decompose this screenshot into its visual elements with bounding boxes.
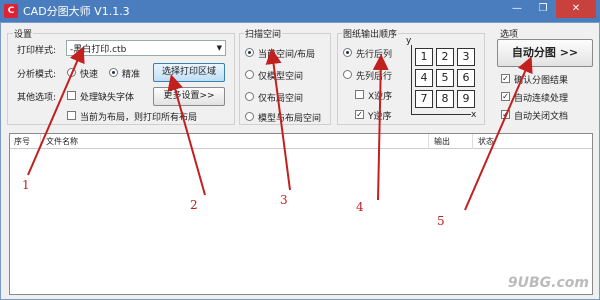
analysis-mode-label: 分析模式: <box>17 70 57 80</box>
analysis-precise-radio[interactable] <box>109 68 118 77</box>
scan-option-label: 仅布局空间 <box>258 94 304 104</box>
axis-x-line <box>411 114 471 115</box>
order-grid-cell: 5 <box>436 69 454 87</box>
auto-split-button[interactable]: 自动分图 >> <box>497 39 593 67</box>
auto-continue-checkbox[interactable]: ✓ <box>501 92 510 101</box>
order-grid-cell: 2 <box>436 48 454 66</box>
order-grid-cell: 8 <box>436 90 454 108</box>
column-separator <box>428 134 429 149</box>
close-button[interactable]: ✕ <box>556 0 596 18</box>
watermark-text: 9UBG.com <box>507 275 589 291</box>
handle-missing-font-label: 处理缺失字体 <box>80 93 135 103</box>
order-grid-cell: 4 <box>415 69 433 87</box>
annotation-marker-5: 5 <box>437 214 445 228</box>
x-reverse-label: X逆序 <box>368 92 393 102</box>
x-reverse-checkbox[interactable] <box>355 90 364 99</box>
scan-option-label: 仅模型空间 <box>258 72 304 82</box>
chevron-down-icon: ▼ <box>216 44 222 52</box>
print-all-layouts-checkbox[interactable] <box>67 111 76 120</box>
handle-missing-font-checkbox[interactable] <box>67 91 76 100</box>
file-list-header: 序号 文件名称 输出 状态 <box>10 134 592 149</box>
print-style-label: 打印样式: <box>17 46 57 56</box>
column-index[interactable]: 序号 <box>14 136 30 147</box>
axis-x-label: x <box>471 110 477 120</box>
annotation-marker-3: 3 <box>280 193 288 207</box>
output-order-group-title: 图纸输出顺序 <box>342 27 399 40</box>
main-window: 设置 打印样式: -黑白打印.ctb ▼ 分析模式: 快速 精准 选择打印区域 … <box>0 22 600 300</box>
axis-y-line <box>411 45 412 115</box>
y-reverse-label: Y逆序 <box>368 112 392 122</box>
confirm-result-label: 确认分图结果 <box>514 76 569 86</box>
order-grid-cell: 3 <box>457 48 475 66</box>
column-separator <box>472 134 473 149</box>
other-options-label: 其他选项: <box>17 93 57 103</box>
scan-model-and-layout-radio[interactable] <box>245 112 254 121</box>
title-bar: C CAD分图大师 V1.1.3 — ❐ ✕ <box>0 0 600 22</box>
row-first-label: 先行后列 <box>356 50 393 60</box>
analysis-fast-label: 快速 <box>80 70 99 80</box>
column-file-name[interactable]: 文件名称 <box>46 136 78 147</box>
print-style-select[interactable]: -黑白打印.ctb ▼ <box>66 40 226 56</box>
scan-current-space-radio[interactable] <box>245 48 254 57</box>
order-grid-cell: 9 <box>457 90 475 108</box>
scan-space-group-title: 扫描空间 <box>244 27 283 40</box>
annotation-marker-4: 4 <box>356 200 364 214</box>
settings-group-title: 设置 <box>13 27 34 40</box>
col-first-label: 先列后行 <box>356 72 393 82</box>
analysis-fast-radio[interactable] <box>67 68 76 77</box>
window-title: CAD分图大师 V1.1.3 <box>23 5 130 18</box>
restore-button[interactable]: ❐ <box>530 0 556 18</box>
column-output[interactable]: 输出 <box>434 136 450 147</box>
more-settings-button[interactable]: 更多设置>> <box>153 87 225 106</box>
y-reverse-checkbox[interactable]: ✓ <box>355 110 364 119</box>
order-grid-cell: 1 <box>415 48 433 66</box>
scan-layout-only-radio[interactable] <box>245 92 254 101</box>
auto-continue-label: 自动连续处理 <box>514 94 569 104</box>
select-print-area-button[interactable]: 选择打印区域 <box>153 63 225 82</box>
app-icon: C <box>4 4 18 18</box>
scan-option-label: 当前空间/布局 <box>258 50 316 60</box>
scan-model-only-radio[interactable] <box>245 70 254 79</box>
analysis-precise-label: 精准 <box>122 70 141 80</box>
annotation-marker-1: 1 <box>22 178 30 192</box>
column-separator <box>40 134 41 149</box>
window-controls: — ❐ ✕ <box>504 0 596 18</box>
column-status[interactable]: 状态 <box>478 136 494 147</box>
auto-close-checkbox[interactable]: ✓ <box>501 110 510 119</box>
order-grid-cell: 7 <box>415 90 433 108</box>
confirm-result-checkbox[interactable]: ✓ <box>501 74 510 83</box>
auto-close-label: 自动关闭文档 <box>514 112 569 122</box>
scan-option-label: 模型与布局空间 <box>258 114 322 124</box>
col-first-radio[interactable] <box>343 70 352 79</box>
annotation-marker-2: 2 <box>190 198 198 212</box>
order-grid-cell: 6 <box>457 69 475 87</box>
row-first-radio[interactable] <box>343 48 352 57</box>
minimize-button[interactable]: — <box>504 0 530 18</box>
print-style-value: -黑白打印.ctb <box>70 44 127 55</box>
file-list[interactable]: 序号 文件名称 输出 状态 <box>9 133 593 295</box>
print-all-layouts-label: 当前为布局，则打印所有布局 <box>80 113 198 123</box>
